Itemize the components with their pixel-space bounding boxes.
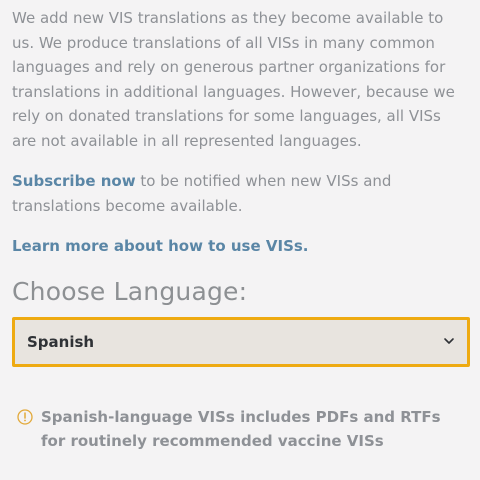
intro-paragraph: We add new VIS translations as they beco…: [12, 9, 455, 150]
info-circle-icon: [17, 408, 33, 425]
subscribe-paragraph: Subscribe now to be notified when new VI…: [12, 169, 468, 218]
language-notice: Spanish-language VISs includes PDFs and …: [12, 405, 468, 453]
chevron-down-icon: [444, 337, 454, 344]
language-select[interactable]: Spanish: [12, 316, 470, 367]
learn-more-link[interactable]: Learn more about how to use VISs.: [12, 237, 309, 255]
page-content: We add new VIS translations as they beco…: [12, 6, 470, 453]
choose-language-heading: Choose Language:: [12, 276, 248, 306]
language-select-value: Spanish: [27, 332, 95, 351]
language-notice-text: Spanish-language VISs includes PDFs and …: [41, 407, 441, 450]
subscribe-now-link[interactable]: Subscribe now: [12, 172, 136, 190]
learn-more-paragraph: Learn more about how to use VISs.: [12, 234, 468, 259]
